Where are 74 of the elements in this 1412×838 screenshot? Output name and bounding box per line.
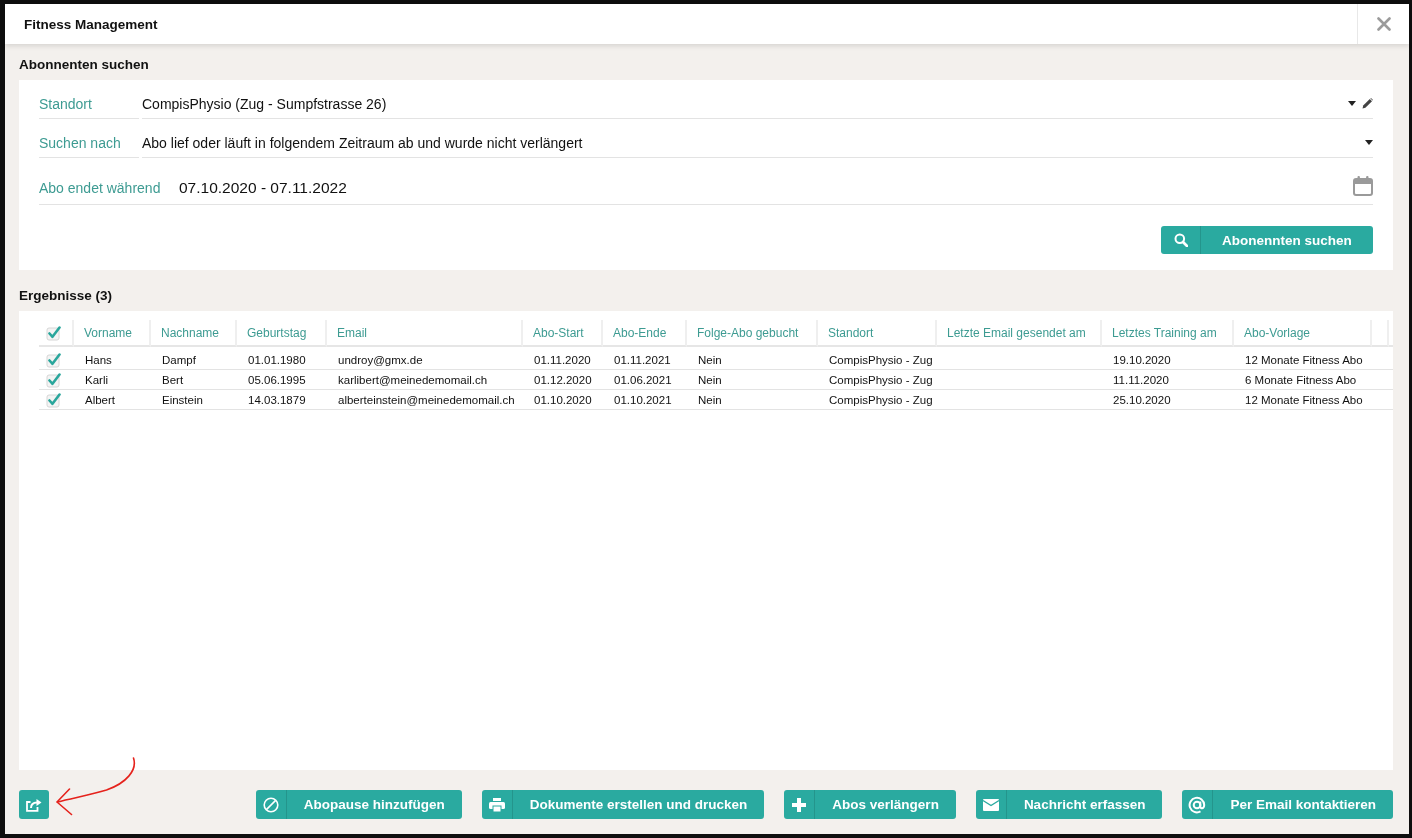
table-cell: alberteinstein@meinedemomail.ch xyxy=(327,390,523,410)
close-button[interactable] xyxy=(1357,4,1409,44)
table-cell: 6 Monate Fitness Abo xyxy=(1234,370,1372,390)
column-header: Abo-Ende xyxy=(603,320,687,347)
table-cell: Hans xyxy=(74,347,151,370)
plus-icon xyxy=(792,797,807,812)
print-documents-button[interactable]: Dokumente erstellen und drucken xyxy=(481,790,765,819)
table-cell: CompisPhysio - Zug xyxy=(818,390,937,410)
field-label: Suchen nach xyxy=(39,134,121,151)
table-cell: 01.12.2020 xyxy=(523,370,603,390)
row-checkbox[interactable] xyxy=(46,351,61,368)
table-cell: Albert xyxy=(74,390,151,410)
table-cell: karlibert@meinedemomail.ch xyxy=(327,370,523,390)
table-cell: Karli xyxy=(74,370,151,390)
table-cell: Bert xyxy=(151,370,237,390)
table-cell: 01.01.1980 xyxy=(237,347,327,370)
column-header: Letztes Training am xyxy=(1102,320,1234,347)
table-cell: 11.11.2020 xyxy=(1102,370,1234,390)
table-cell: CompisPhysio - Zug xyxy=(818,370,937,390)
row-checkbox[interactable] xyxy=(46,371,61,388)
column-header: Vorname xyxy=(74,320,151,347)
table-cell: 25.10.2020 xyxy=(1102,390,1234,410)
table-cell: Nein xyxy=(687,370,818,390)
row-checkbox[interactable] xyxy=(46,391,61,408)
column-header: Email xyxy=(327,320,523,347)
dropdown-field[interactable]: CompisPhysio (Zug - Sumpfstrasse 26) xyxy=(142,89,1373,119)
window-title: Fitness Management xyxy=(24,16,158,32)
section-heading: Ergebnisse (3) xyxy=(19,287,113,305)
caret-icon xyxy=(1348,101,1356,106)
column-header: Abo-Start xyxy=(523,320,603,347)
table-cell: 14.03.1879 xyxy=(237,390,327,410)
section-heading: Abonnenten suchen xyxy=(19,56,149,74)
calendar-icon[interactable] xyxy=(1353,175,1373,196)
at-sign-icon xyxy=(1188,795,1207,814)
table-cell: 01.10.2020 xyxy=(523,390,603,410)
pencil-icon[interactable] xyxy=(1362,98,1373,109)
column-header: Folge-Abo gebucht xyxy=(687,320,818,347)
search-button[interactable]: Abonennten suchen xyxy=(1161,226,1373,254)
column-header: Standort xyxy=(818,320,937,347)
search-icon xyxy=(1173,233,1188,247)
select-all-checkbox[interactable] xyxy=(46,324,61,341)
extend-button[interactable]: Abos verlängern xyxy=(784,790,956,819)
column-header: Letzte Email gesendet am xyxy=(937,320,1102,347)
add-pause-button[interactable]: Abopause hinzufügen xyxy=(255,790,462,819)
message-button[interactable]: Nachricht erfassen xyxy=(975,790,1163,819)
table-cell: Nein xyxy=(687,390,818,410)
column-header: Nachname xyxy=(151,320,237,347)
table-cell: 05.06.1995 xyxy=(237,370,327,390)
email-button[interactable]: Per Email kontaktieren xyxy=(1182,790,1393,819)
column-header: Geburtstag xyxy=(237,320,327,347)
dropdown-field[interactable]: Abo lief oder läuft in folgendem Zeitraum ab und wurde nicht verlängert xyxy=(142,128,1373,158)
table-cell: Dampf xyxy=(151,347,237,370)
table-cell: Nein xyxy=(687,347,818,370)
table-cell: 01.11.2021 xyxy=(603,347,687,370)
export-icon xyxy=(26,797,42,812)
column-header: Abo-Vorlage xyxy=(1234,320,1372,347)
field-label: Standort xyxy=(39,95,92,112)
close-icon xyxy=(1376,17,1391,31)
table-cell: 12 Monate Fitness Abo xyxy=(1234,347,1372,370)
table-cell: undroy@gmx.de xyxy=(327,347,523,370)
field-label: Abo endet während xyxy=(39,179,161,196)
ban-icon xyxy=(262,796,279,813)
table-cell: 01.11.2020 xyxy=(523,347,603,370)
table-cell: Einstein xyxy=(151,390,237,410)
table-cell: 19.10.2020 xyxy=(1102,347,1234,370)
table-cell: 01.10.2021 xyxy=(603,390,687,410)
table-cell: CompisPhysio - Zug xyxy=(818,347,937,370)
table-cell: 01.06.2021 xyxy=(603,370,687,390)
date-range-field[interactable]: 07.10.2020 - 07.11.2022 xyxy=(179,171,1373,205)
table-cell: 12 Monate Fitness Abo xyxy=(1234,390,1372,410)
caret-icon xyxy=(1365,140,1373,145)
export-button[interactable] xyxy=(19,790,49,819)
envelope-icon xyxy=(982,798,999,811)
printer-icon xyxy=(488,797,505,812)
